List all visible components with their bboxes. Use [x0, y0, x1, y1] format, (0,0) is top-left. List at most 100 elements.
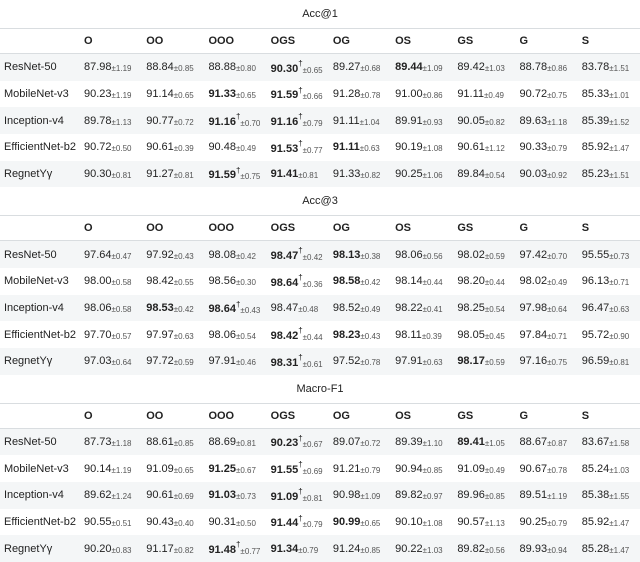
- header-blank: [0, 216, 80, 241]
- metric-cell: 89.82±0.56: [453, 535, 515, 562]
- column-header: OG: [329, 216, 391, 241]
- metric-cell: 98.23±0.43: [329, 321, 391, 348]
- model-name: RegnetYγ: [0, 161, 80, 188]
- metric-value: 98.06±0.56: [395, 249, 443, 261]
- metric-cell: 89.44±1.09: [391, 54, 453, 81]
- model-name: ResNet-50: [0, 241, 80, 268]
- metric-value: 90.30±0.81: [84, 168, 132, 180]
- column-header: OG: [329, 29, 391, 54]
- dagger-icon: †: [298, 86, 302, 95]
- metric-cell: 90.23†±0.67: [267, 428, 329, 455]
- metric-cell: 91.00±0.86: [391, 81, 453, 108]
- metric-value: 91.17±0.82: [146, 543, 194, 555]
- metric-cell: 98.02±0.49: [516, 268, 578, 295]
- metric-value: 83.78±1.51: [582, 61, 630, 73]
- metric-cell: 91.11±0.49: [453, 81, 515, 108]
- model-name: Inception-v4: [0, 107, 80, 134]
- metric-value: 97.92±0.43: [146, 249, 194, 261]
- metric-cell: 91.14±0.65: [142, 81, 204, 108]
- metric-value: 90.22±1.03: [395, 543, 443, 555]
- metric-value: 91.11±0.49: [457, 88, 504, 100]
- metric-value: 98.25±0.54: [457, 302, 505, 314]
- metric-value: 89.51±1.19: [520, 489, 568, 501]
- metric-cell: 89.39±1.10: [391, 428, 453, 455]
- metric-cell: 85.33±1.01: [578, 81, 640, 108]
- metric-cell: 85.92±1.47: [578, 134, 640, 161]
- column-header: OOO: [204, 216, 266, 241]
- metric-value: 91.33±0.82: [333, 168, 381, 180]
- metric-value: 89.44±1.09: [395, 61, 443, 73]
- metric-cell: 89.84±0.54: [453, 161, 515, 188]
- metric-cell: 96.59±0.81: [578, 348, 640, 375]
- model-name: RegnetYγ: [0, 535, 80, 562]
- metric-value: 88.69±0.81: [208, 436, 256, 448]
- metric-cell: 90.14±1.19: [80, 455, 142, 482]
- metric-cell: 98.20±0.44: [453, 268, 515, 295]
- table-row: RegnetYγ90.20±0.8391.17±0.8291.48†±0.779…: [0, 535, 640, 562]
- metric-value: 98.06±0.58: [84, 302, 132, 314]
- metric-cell: 95.72±0.90: [578, 321, 640, 348]
- metric-cell: 91.16†±0.79: [267, 107, 329, 134]
- metric-value: 98.22±0.41: [395, 302, 443, 314]
- table-row: ResNet-5087.73±1.1888.61±0.8588.69±0.819…: [0, 428, 640, 455]
- header-blank: [0, 29, 80, 54]
- metric-cell: 91.11±0.63: [329, 134, 391, 161]
- metric-value: 85.28±1.47: [582, 543, 630, 555]
- metric-cell: 85.23±1.51: [578, 161, 640, 188]
- metric-cell: 83.67±1.58: [578, 428, 640, 455]
- metric-value: 96.13±0.71: [582, 275, 630, 287]
- metric-cell: 87.73±1.18: [80, 428, 142, 455]
- metric-value: 89.42±1.03: [457, 61, 505, 73]
- metric-value: 91.44†±0.79: [271, 517, 323, 529]
- metric-cell: 98.02±0.59: [453, 241, 515, 268]
- column-header-row: OOOOOOOGSOGOSGSGS: [0, 29, 640, 54]
- metric-cell: 89.96±0.85: [453, 482, 515, 509]
- metric-value: 91.00±0.86: [395, 88, 443, 100]
- table-row: ResNet-5087.98±1.1988.84±0.8588.88±0.809…: [0, 54, 640, 81]
- metric-cell: 89.93±0.94: [516, 535, 578, 562]
- metric-value: 91.33±0.65: [208, 88, 256, 100]
- metric-value: 98.05±0.45: [457, 329, 505, 341]
- metric-value: 91.14±0.65: [146, 88, 194, 100]
- section-title: Acc@3: [0, 187, 640, 216]
- metric-value: 98.31†±0.61: [271, 357, 323, 369]
- metric-cell: 85.38±1.55: [578, 482, 640, 509]
- column-header: OS: [391, 216, 453, 241]
- dagger-icon: †: [298, 353, 302, 362]
- metric-cell: 90.10±1.08: [391, 509, 453, 536]
- metric-cell: 90.30±0.81: [80, 161, 142, 188]
- metric-cell: 98.06±0.58: [80, 295, 142, 322]
- metric-value: 89.07±0.72: [333, 436, 381, 448]
- column-header-row: OOOOOOOGSOGOSGSGS: [0, 216, 640, 241]
- model-name: EfficientNet-b2: [0, 321, 80, 348]
- metric-cell: 98.06±0.56: [391, 241, 453, 268]
- column-header: OGS: [267, 29, 329, 54]
- metric-cell: 97.98±0.64: [516, 295, 578, 322]
- metric-value: 97.72±0.59: [146, 355, 194, 367]
- metric-cell: 89.07±0.72: [329, 428, 391, 455]
- metric-value: 89.78±1.13: [84, 115, 132, 127]
- dagger-icon: †: [298, 139, 302, 148]
- metric-cell: 90.72±0.50: [80, 134, 142, 161]
- metric-cell: 88.67±0.87: [516, 428, 578, 455]
- metric-value: 89.63±1.18: [520, 115, 568, 127]
- metric-value: 89.82±0.56: [457, 543, 505, 555]
- metric-value: 89.39±1.10: [395, 436, 443, 448]
- metric-value: 87.73±1.18: [84, 436, 132, 448]
- metric-cell: 90.23±1.19: [80, 81, 142, 108]
- metric-cell: 91.53†±0.77: [267, 134, 329, 161]
- metric-value: 97.64±0.47: [84, 249, 132, 261]
- metric-value: 91.34±0.79: [271, 543, 319, 555]
- metric-value: 97.97±0.63: [146, 329, 194, 341]
- metric-cell: 97.03±0.64: [80, 348, 142, 375]
- metric-value: 91.09±0.49: [457, 463, 505, 475]
- section-title: Macro-F1: [0, 375, 640, 404]
- metric-value: 91.16†±0.70: [208, 116, 260, 128]
- metric-value: 91.55†±0.69: [271, 464, 323, 476]
- column-header: OGS: [267, 216, 329, 241]
- table-row: Inception-v489.62±1.2490.61±0.6991.03±0.…: [0, 482, 640, 509]
- column-header: OS: [391, 29, 453, 54]
- metric-value: 90.05±0.82: [457, 115, 505, 127]
- table-row: EfficientNet-b290.55±0.5190.43±0.4090.31…: [0, 509, 640, 536]
- metric-value: 85.24±1.03: [582, 463, 630, 475]
